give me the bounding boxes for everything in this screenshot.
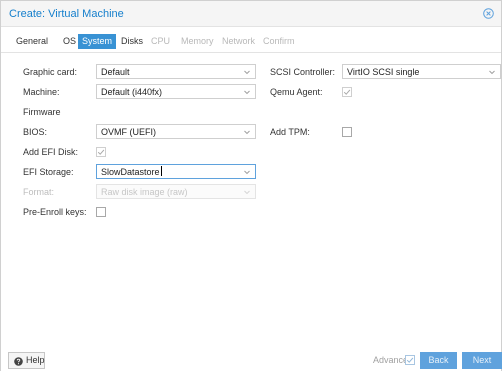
- close-icon[interactable]: [483, 8, 494, 19]
- add-tpm-label: Add TPM:: [270, 127, 310, 137]
- tab-confirm: Confirm: [263, 36, 295, 46]
- dialog-title: Create: Virtual Machine: [9, 8, 124, 20]
- chevron-down-icon[interactable]: [488, 68, 496, 76]
- tab-os[interactable]: OS: [63, 34, 76, 48]
- wizard-tabs: General OS System Disks CPU Memory Netwo…: [1, 28, 501, 53]
- back-button[interactable]: Back: [420, 352, 457, 369]
- chevron-down-icon[interactable]: [243, 88, 251, 96]
- bios-select[interactable]: OVMF (UEFI): [96, 124, 256, 139]
- graphic-card-value: Default: [101, 67, 130, 77]
- format-value: Raw disk image (raw): [101, 187, 188, 197]
- next-button[interactable]: Next: [462, 352, 502, 369]
- tab-disks[interactable]: Disks: [121, 34, 143, 48]
- graphic-card-label: Graphic card:: [23, 67, 78, 77]
- chevron-down-icon[interactable]: [243, 68, 251, 76]
- pre-enroll-keys-label: Pre-Enroll keys:: [23, 207, 87, 217]
- qemu-agent-label: Qemu Agent:: [270, 87, 323, 97]
- efi-storage-select[interactable]: SlowDatastore: [96, 164, 256, 179]
- tab-system[interactable]: System: [78, 34, 117, 49]
- bios-value: OVMF (UEFI): [101, 127, 156, 137]
- efi-storage-label: EFI Storage:: [23, 167, 74, 177]
- format-select: Raw disk image (raw): [96, 184, 256, 199]
- format-label: Format:: [23, 187, 55, 197]
- dialog-footer: Help Advanced Back Next: [1, 350, 502, 371]
- chevron-down-icon: [243, 188, 251, 196]
- advanced-checkbox[interactable]: [405, 355, 415, 365]
- bios-label: BIOS:: [23, 127, 48, 137]
- create-vm-dialog: Create: Virtual Machine General OS Syste…: [0, 0, 502, 371]
- system-panel: Graphic card: Default Machine: Default (…: [1, 54, 501, 350]
- chevron-down-icon[interactable]: [243, 168, 251, 176]
- scsi-controller-value: VirtIO SCSI single: [347, 67, 420, 77]
- tab-cpu: CPU: [151, 36, 171, 46]
- tab-memory: Memory: [181, 36, 214, 46]
- graphic-card-select[interactable]: Default: [96, 64, 256, 79]
- tab-network: Network: [222, 36, 256, 46]
- machine-label: Machine:: [23, 87, 60, 97]
- question-circle-icon: [14, 356, 23, 366]
- qemu-agent-checkbox[interactable]: [342, 87, 352, 97]
- scsi-controller-label: SCSI Controller:: [270, 67, 336, 77]
- dialog-titlebar: Create: Virtual Machine: [1, 1, 501, 27]
- machine-value: Default (i440fx): [101, 87, 163, 97]
- efi-storage-value: SlowDatastore: [101, 166, 162, 177]
- help-label: Help: [26, 355, 45, 365]
- machine-select[interactable]: Default (i440fx): [96, 84, 256, 99]
- tab-general[interactable]: General: [16, 34, 48, 48]
- check-icon: [406, 357, 414, 363]
- check-icon: [343, 89, 351, 95]
- help-button[interactable]: Help: [8, 352, 45, 369]
- chevron-down-icon[interactable]: [243, 128, 251, 136]
- check-icon: [97, 149, 105, 155]
- pre-enroll-keys-checkbox[interactable]: [96, 207, 106, 217]
- add-efi-disk-label: Add EFI Disk:: [23, 147, 79, 157]
- firmware-heading: Firmware: [23, 107, 61, 117]
- add-tpm-checkbox[interactable]: [342, 127, 352, 137]
- scsi-controller-select[interactable]: VirtIO SCSI single: [342, 64, 501, 79]
- add-efi-disk-checkbox[interactable]: [96, 147, 106, 157]
